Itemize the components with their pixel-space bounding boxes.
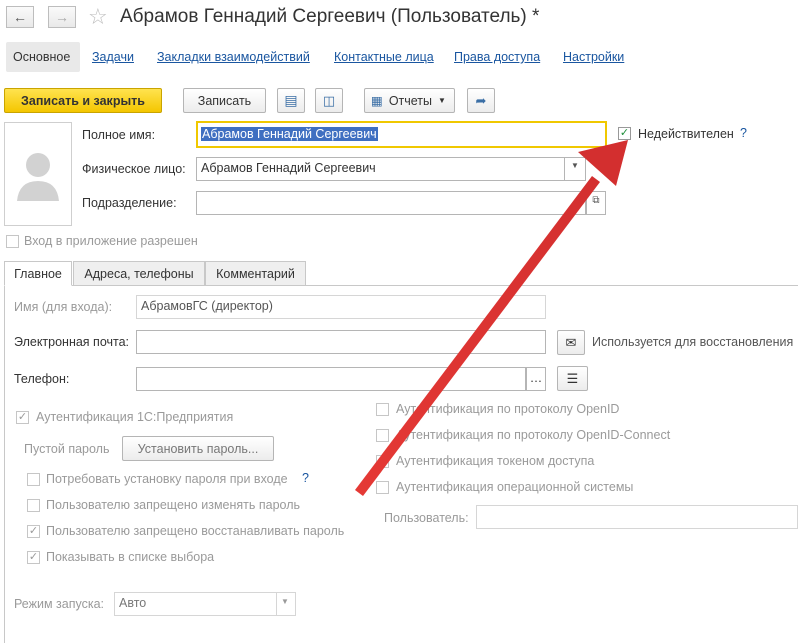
person-dropdown-button[interactable]: ▼ <box>564 157 586 181</box>
department-input[interactable] <box>196 191 586 215</box>
login-allowed-label: Вход в приложение разрешен <box>24 234 198 248</box>
list-icon: ▤ <box>284 92 298 108</box>
auth-token-checkbox[interactable] <box>376 455 389 468</box>
invalid-checkbox[interactable]: ✓ <box>618 127 631 140</box>
inner-tab-main[interactable]: Главное <box>4 261 72 286</box>
auth-openid-connect-checkbox[interactable] <box>376 429 389 442</box>
login-allowed-checkbox[interactable] <box>6 235 19 248</box>
invalid-help-icon[interactable]: ? <box>740 126 747 140</box>
go-icon-button[interactable]: ➦ <box>467 88 495 113</box>
email-hint: Используется для восстановления <box>592 335 794 349</box>
person-input[interactable]: Абрамов Геннадий Сергеевич <box>196 157 586 181</box>
tab-left-border <box>4 286 5 643</box>
page-title: Абрамов Геннадий Сергеевич (Пользователь… <box>120 6 540 27</box>
back-button[interactable]: ← <box>6 6 34 28</box>
forbid-change-label: Пользователю запрещено изменять пароль <box>46 498 301 512</box>
tab-access[interactable]: Права доступа <box>454 50 540 64</box>
auth-1c-label: Аутентификация 1С:Предприятия <box>36 410 234 424</box>
chevron-down-icon: ▼ <box>571 161 579 170</box>
auth-1c-checkbox[interactable]: ✓ <box>16 411 29 424</box>
forbid-change-checkbox[interactable] <box>27 499 40 512</box>
list-icon-button[interactable]: ▤ <box>277 88 305 113</box>
set-password-button[interactable]: Установить пароль... <box>122 436 274 461</box>
launch-mode-label: Режим запуска: <box>14 597 104 611</box>
report-icon: ▦ <box>371 94 383 108</box>
auth-openid-connect-label: Аутентификация по протоколу OpenID-Conne… <box>396 428 671 442</box>
launch-mode-select[interactable]: Авто <box>114 592 296 616</box>
tab-tasks[interactable]: Задачи <box>92 50 134 64</box>
tab-contacts[interactable]: Контактные лица <box>334 50 434 64</box>
phone-menu-button[interactable]: ☰ <box>557 366 588 391</box>
arrow-right-icon: → <box>55 9 69 25</box>
auth-os-checkbox[interactable] <box>376 481 389 494</box>
auth-openid-checkbox[interactable] <box>376 403 389 416</box>
user-silhouette-icon <box>17 153 59 201</box>
star-icon[interactable]: ☆ <box>88 4 108 30</box>
department-label: Подразделение: <box>82 196 177 210</box>
inner-tab-addresses[interactable]: Адреса, телефоны <box>73 261 205 286</box>
full-name-label: Полное имя: <box>82 128 156 142</box>
chevron-down-icon: ▼ <box>438 96 446 105</box>
auth-openid-label: Аутентификация по протоколу OpenID <box>396 402 620 416</box>
forbid-restore-label: Пользователю запрещено восстанавливать п… <box>46 524 345 538</box>
login-name-label: Имя (для входа): <box>14 300 113 314</box>
full-name-input[interactable]: Абрамов Геннадий Сергеевич <box>196 121 607 148</box>
forbid-restore-checkbox[interactable]: ✓ <box>27 525 40 538</box>
empty-password-label: Пустой пароль <box>24 442 110 456</box>
tab-interactions[interactable]: Закладки взаимодействий <box>157 50 310 64</box>
tab-main[interactable]: Основное <box>13 50 70 64</box>
chevron-down-icon: ▼ <box>281 597 289 606</box>
show-in-list-label: Показывать в списке выбора <box>46 550 215 564</box>
reports-button[interactable]: ▦ Отчеты ▼ <box>364 88 455 113</box>
person-label: Физическое лицо: <box>82 162 186 176</box>
login-name-value: АбрамовГС (директор) <box>141 299 273 313</box>
invalid-label: Недействителен <box>638 127 734 141</box>
avatar[interactable] <box>4 122 72 226</box>
menu-lines-icon: ☰ <box>566 370 579 386</box>
ellipsis-icon: … <box>529 371 543 385</box>
person-value: Абрамов Геннадий Сергеевич <box>201 161 376 175</box>
select-divider <box>276 593 277 615</box>
forward-button[interactable]: → <box>48 6 76 28</box>
department-open-button[interactable]: ⧉ <box>586 191 606 215</box>
phone-select-button[interactable]: … <box>526 367 546 391</box>
require-password-checkbox[interactable] <box>27 473 40 486</box>
phone-input[interactable] <box>136 367 526 391</box>
require-password-label: Потребовать установку пароля при входе <box>46 472 288 486</box>
os-user-input[interactable] <box>476 505 798 529</box>
envelope-icon: ✉ <box>565 334 577 350</box>
email-input[interactable] <box>136 330 546 354</box>
save-button[interactable]: Записать <box>183 88 266 113</box>
os-user-label: Пользователь: <box>384 511 469 525</box>
comment-icon-button[interactable]: ◫ <box>315 88 343 113</box>
inner-tab-comment[interactable]: Комментарий <box>205 261 306 286</box>
show-in-list-checkbox[interactable]: ✓ <box>27 551 40 564</box>
auth-token-label: Аутентификация токеном доступа <box>396 454 595 468</box>
open-window-icon: ⧉ <box>592 195 600 206</box>
phone-label: Телефон: <box>14 372 70 386</box>
launch-mode-value: Авто <box>119 596 147 610</box>
go-icon: ➦ <box>475 92 487 108</box>
auth-os-label: Аутентификация операционной системы <box>396 480 634 494</box>
require-help-icon[interactable]: ? <box>302 471 309 485</box>
comment-icon: ◫ <box>322 92 336 108</box>
full-name-value: Абрамов Геннадий Сергеевич <box>201 127 378 141</box>
arrow-left-icon: ← <box>13 9 27 25</box>
save-close-button[interactable]: Записать и закрыть <box>4 88 162 113</box>
email-send-button[interactable]: ✉ <box>557 330 585 355</box>
login-name-input[interactable]: АбрамовГС (директор) <box>136 295 546 319</box>
tab-settings[interactable]: Настройки <box>563 50 624 64</box>
reports-label: Отчеты <box>388 93 433 108</box>
email-label: Электронная почта: <box>14 335 130 349</box>
